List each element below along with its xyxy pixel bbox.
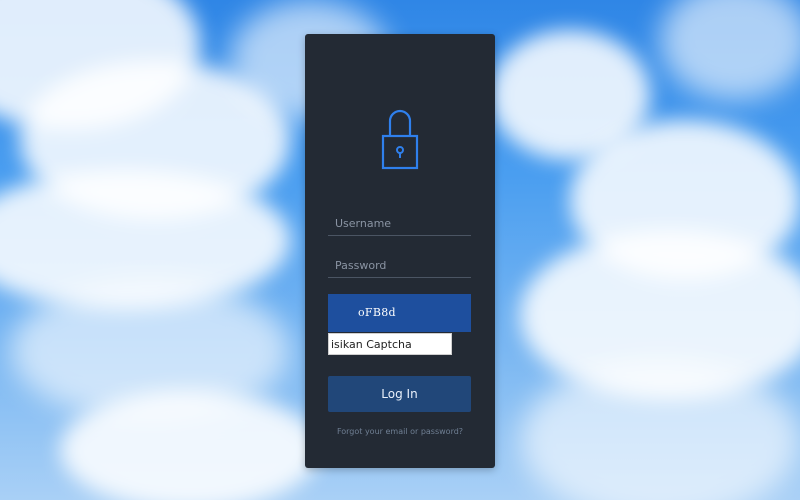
cloud-shape	[660, 0, 800, 100]
cloud-shape	[60, 390, 320, 500]
login-button[interactable]: Log In	[328, 376, 471, 412]
username-field[interactable]	[328, 212, 471, 236]
captcha-input[interactable]	[328, 333, 452, 355]
forgot-password-link[interactable]: Forgot your email or password?	[305, 427, 495, 436]
captcha-code: oFB8d	[358, 306, 396, 319]
login-panel: oFB8d Log In Forgot your email or passwo…	[305, 34, 495, 468]
lock-icon	[381, 109, 419, 170]
password-field[interactable]	[328, 254, 471, 278]
captcha-image: oFB8d	[328, 294, 471, 332]
